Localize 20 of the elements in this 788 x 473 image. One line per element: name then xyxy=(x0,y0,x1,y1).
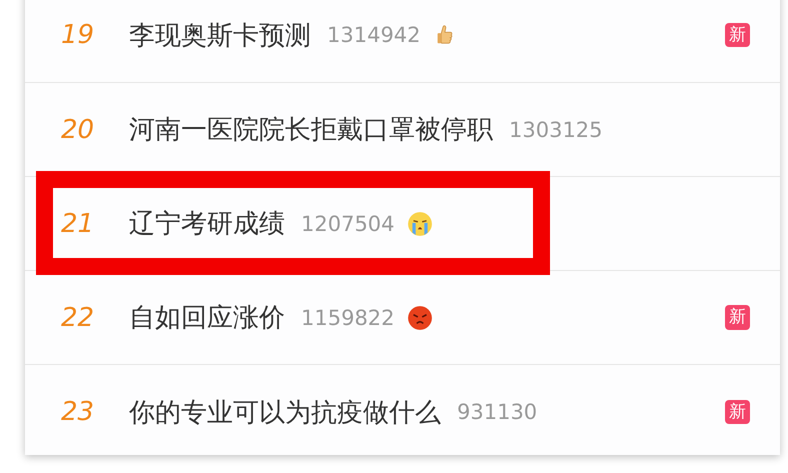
rank-number: 23 xyxy=(61,397,96,427)
topic-title[interactable]: 河南一医院院长拒戴口罩被停职 xyxy=(129,112,493,147)
new-badge: 新 xyxy=(725,305,750,330)
heat-count: 1159822 xyxy=(301,306,395,330)
angry-face-icon xyxy=(406,304,433,330)
topic-title[interactable]: 自如回应涨价 xyxy=(129,300,285,335)
heat-count: 1207504 xyxy=(301,212,395,236)
heat-count: 1303125 xyxy=(509,118,603,142)
new-badge: 新 xyxy=(725,400,750,424)
heat-count: 931130 xyxy=(457,400,538,424)
topic-title[interactable]: 辽宁考研成绩 xyxy=(129,206,285,241)
rank-number: 20 xyxy=(61,114,96,144)
crying-face-icon xyxy=(406,210,433,236)
topic-title[interactable]: 李现奥斯卡预测 xyxy=(129,18,311,52)
heat-count: 1314942 xyxy=(327,23,421,47)
topic-title[interactable]: 你的专业可以为抗疫做什么 xyxy=(129,394,441,430)
rank-number: 22 xyxy=(61,302,96,332)
new-badge: 新 xyxy=(725,22,750,48)
rank-number: 19 xyxy=(61,20,96,50)
rank-number: 21 xyxy=(61,208,96,238)
